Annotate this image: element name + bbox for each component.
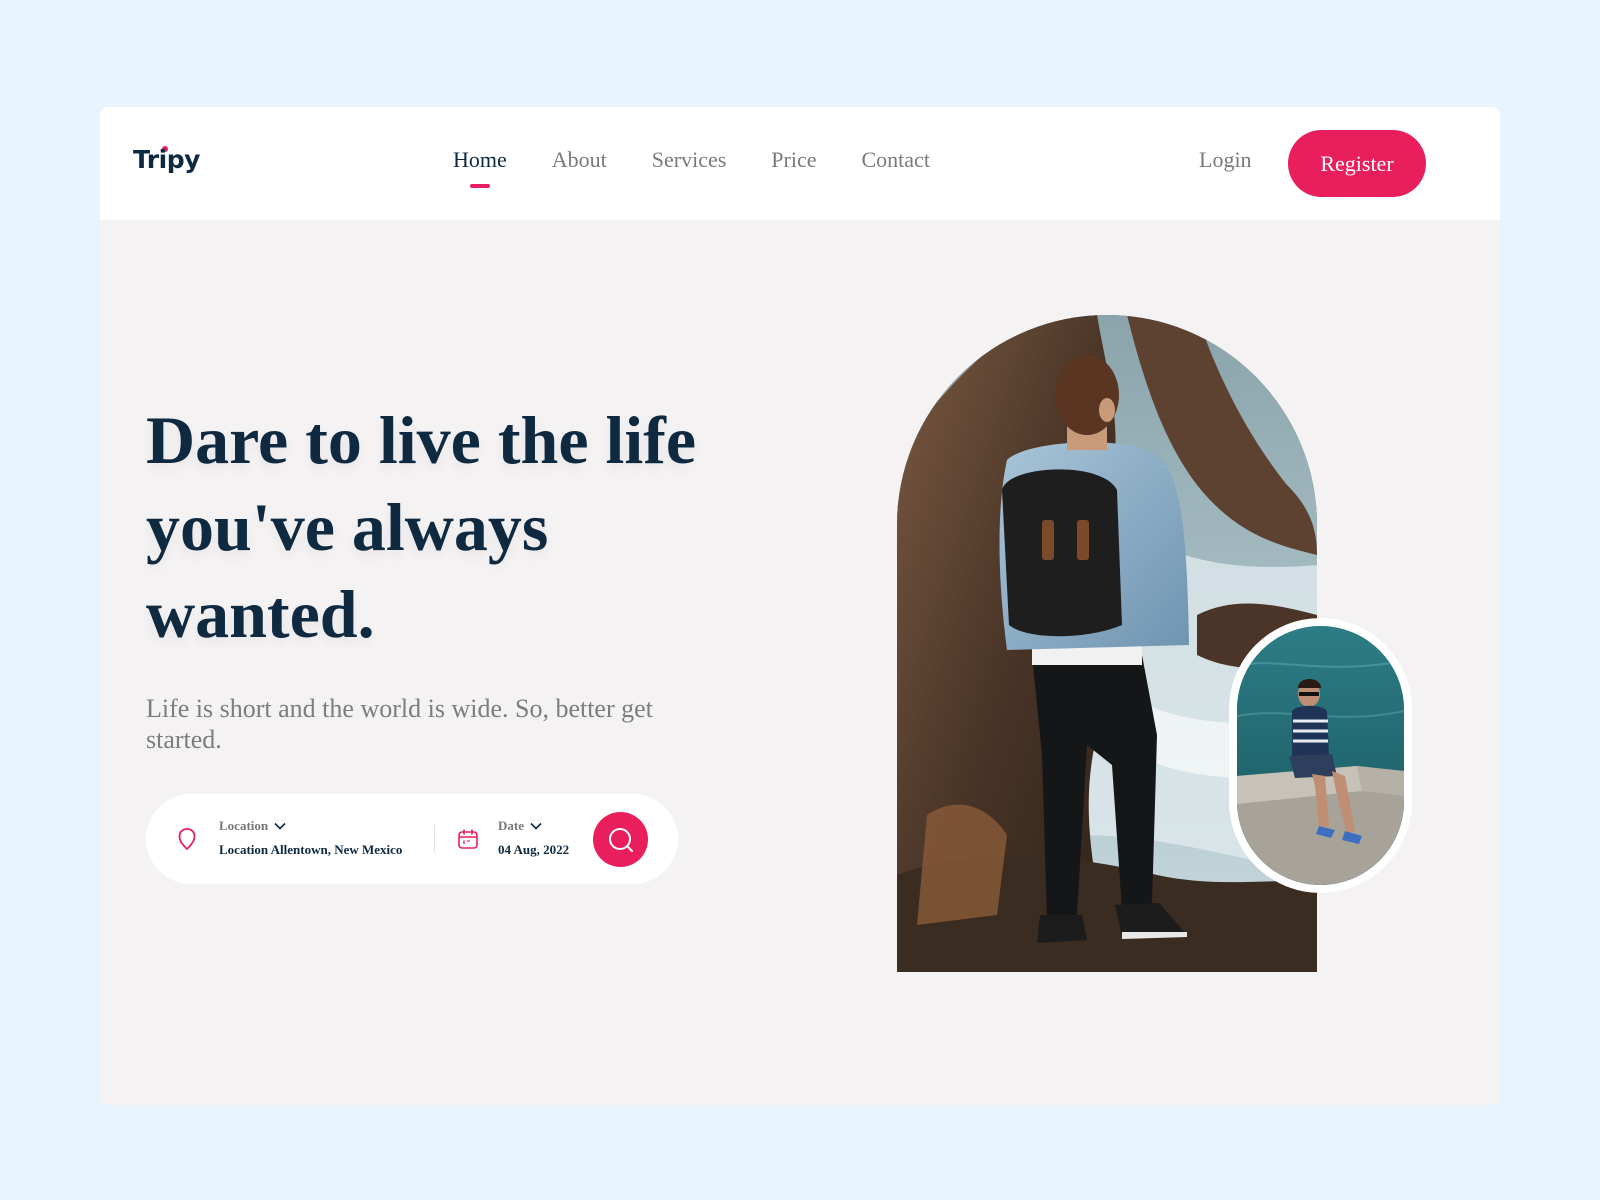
chevron-down-icon [274,822,286,830]
secondary-photo-frame [1237,626,1404,885]
navbar: Tripy Home About Services Price Contact … [100,107,1500,220]
nav-link-label: Price [771,147,817,172]
logo-text: Tripy [133,145,200,174]
nav-links: Home About Services Price Contact [453,147,930,188]
search-bar: Location Location Allentown, New Mexico … [146,794,678,884]
nav-link-contact[interactable]: Contact [862,147,930,173]
nav-link-label: Contact [861,147,930,172]
chevron-down-icon [530,822,542,830]
nav-link-about[interactable]: About [552,147,607,173]
date-label: Date [498,818,524,833]
map-pin-icon [177,827,197,851]
search-button[interactable] [593,812,648,867]
hero-subtext: Life is short and the world is wide. So,… [146,694,653,754]
calendar-icon [457,828,479,850]
hero-photo-hiker [897,315,1317,972]
nav-link-services[interactable]: Services [652,147,727,173]
location-label: Location [219,818,269,833]
location-value[interactable]: Location Allentown, New Mexico [219,842,402,858]
location-dropdown[interactable]: Location [219,818,286,834]
divider [434,825,435,853]
search-icon [607,826,635,854]
active-indicator [469,184,490,188]
nav-link-label: Services [651,147,727,172]
register-button[interactable]: Register [1288,130,1426,197]
nav-link-label: Home [453,147,507,172]
nav-link-price[interactable]: Price [771,147,816,173]
logo[interactable]: Tripy [133,145,200,174]
secondary-photo-seawall [1229,618,1412,893]
landing-card: Tripy Home About Services Price Contact … [100,107,1500,1105]
date-value[interactable]: 04 Aug, 2022 [498,842,569,858]
hero-headline: Dare to live the life you've always want… [146,402,697,652]
login-link[interactable]: Login [1199,147,1252,173]
nav-link-home[interactable]: Home [453,147,507,188]
nav-link-label: About [551,147,607,172]
date-dropdown[interactable]: Date [498,818,542,834]
